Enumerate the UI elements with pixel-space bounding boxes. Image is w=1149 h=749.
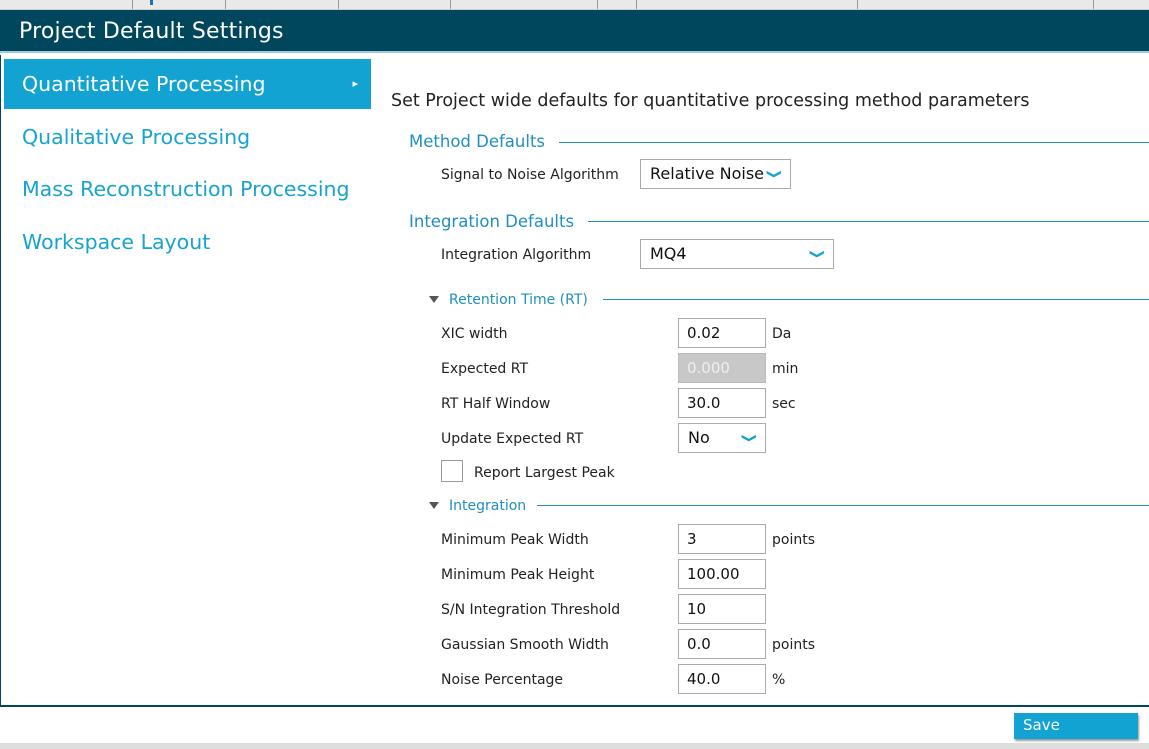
section-title-integration-defaults: Integration Defaults: [409, 212, 589, 231]
rt-half-window-input[interactable]: 30.0: [678, 388, 766, 418]
strip-divider: [338, 0, 339, 9]
integration-algorithm-value: MQ4: [650, 244, 687, 263]
integration-algorithm-label: Integration Algorithm: [441, 247, 592, 263]
expected-rt-input: 0.000: [678, 353, 766, 383]
noise-percentage-input[interactable]: 40.0: [678, 664, 766, 694]
strip-divider: [636, 0, 637, 9]
xic-width-unit: Da: [772, 326, 792, 342]
xic-width-label: XIC width: [441, 326, 508, 342]
signal-to-noise-label: Signal to Noise Algorithm: [441, 167, 619, 183]
triangle-down-icon: [429, 502, 439, 509]
chevron-down-icon: ❯: [766, 168, 784, 180]
nav-item-quantitative-processing[interactable]: Quantitative Processing ▸: [4, 59, 371, 109]
integration-toggle[interactable]: Integration: [429, 498, 526, 514]
section-divider: [531, 142, 1149, 143]
footer-shadow: [0, 743, 1149, 749]
update-expected-rt-value: No: [688, 428, 710, 447]
chevron-right-icon: ▸: [352, 77, 358, 90]
nav-item-workspace-layout[interactable]: Workspace Layout: [4, 217, 371, 267]
nav-item-label: Workspace Layout: [22, 230, 211, 254]
page-heading: Set Project wide defaults for quantitati…: [391, 91, 1030, 111]
nav-item-label: Quantitative Processing: [22, 72, 266, 96]
noise-percentage-unit: %: [772, 672, 786, 688]
signal-to-noise-value: Relative Noise: [650, 164, 764, 183]
section-title-method-defaults: Method Defaults: [409, 132, 560, 151]
dialog-footer: Save: [0, 707, 1149, 749]
rt-half-window-unit: sec: [772, 396, 796, 412]
nav-item-label: Mass Reconstruction Processing: [22, 177, 350, 201]
min-peak-width-unit: points: [772, 532, 815, 548]
update-expected-rt-label: Update Expected RT: [441, 431, 584, 447]
subsection-divider: [603, 299, 1149, 300]
strip-divider: [857, 0, 858, 9]
nav-item-mass-reconstruction-processing[interactable]: Mass Reconstruction Processing: [4, 164, 371, 214]
chevron-down-icon: ❯: [741, 432, 759, 444]
subsection-title-retention-time: Retention Time (RT): [449, 292, 588, 308]
min-peak-width-label: Minimum Peak Width: [441, 532, 589, 548]
min-peak-height-input[interactable]: 100.00: [678, 559, 766, 589]
strip-divider: [450, 0, 451, 9]
update-expected-rt-select[interactable]: No ❯: [678, 423, 766, 453]
xic-width-input[interactable]: 0.02: [678, 318, 766, 348]
nav-item-qualitative-processing[interactable]: Qualitative Processing: [4, 112, 371, 162]
sn-threshold-input[interactable]: 10: [678, 594, 766, 624]
expected-rt-label: Expected RT: [441, 361, 529, 377]
expected-rt-unit: min: [772, 361, 799, 377]
noise-percentage-label: Noise Percentage: [441, 672, 564, 688]
strip-divider: [597, 0, 598, 9]
strip-mark: [150, 0, 153, 5]
settings-nav: Quantitative Processing ▸ Qualitative Pr…: [1, 59, 371, 699]
gaussian-smooth-width-input[interactable]: 0.0: [678, 629, 766, 659]
section-divider: [571, 221, 1149, 222]
background-window-strip: [0, 0, 1149, 10]
strip-divider: [132, 0, 133, 9]
subsection-title-integration: Integration: [449, 498, 527, 514]
chevron-down-icon: ❯: [809, 248, 827, 260]
dialog-title: Project Default Settings: [19, 19, 284, 44]
gaussian-smooth-width-unit: points: [772, 637, 815, 653]
subsection-divider: [537, 505, 1149, 506]
report-largest-peak-label: Report Largest Peak: [474, 465, 615, 481]
signal-to-noise-select[interactable]: Relative Noise ❯: [640, 159, 791, 189]
save-button[interactable]: Save: [1014, 713, 1138, 739]
rt-half-window-label: RT Half Window: [441, 396, 551, 412]
settings-content: Set Project wide defaults for quantitati…: [371, 55, 1149, 705]
integration-algorithm-select[interactable]: MQ4 ❯: [640, 239, 834, 269]
settings-dialog: Quantitative Processing ▸ Qualitative Pr…: [0, 55, 1149, 707]
report-largest-peak-checkbox[interactable]: [441, 460, 463, 482]
retention-time-toggle[interactable]: Retention Time (RT): [429, 292, 588, 308]
min-peak-width-input[interactable]: 3: [678, 524, 766, 554]
sn-threshold-label: S/N Integration Threshold: [441, 602, 621, 618]
dialog-title-bar: Project Default Settings: [0, 10, 1149, 53]
strip-divider: [1093, 0, 1094, 9]
strip-divider: [225, 0, 226, 9]
gaussian-smooth-width-label: Gaussian Smooth Width: [441, 637, 609, 653]
nav-item-label: Qualitative Processing: [22, 125, 251, 149]
min-peak-height-label: Minimum Peak Height: [441, 567, 595, 583]
triangle-down-icon: [429, 296, 439, 303]
